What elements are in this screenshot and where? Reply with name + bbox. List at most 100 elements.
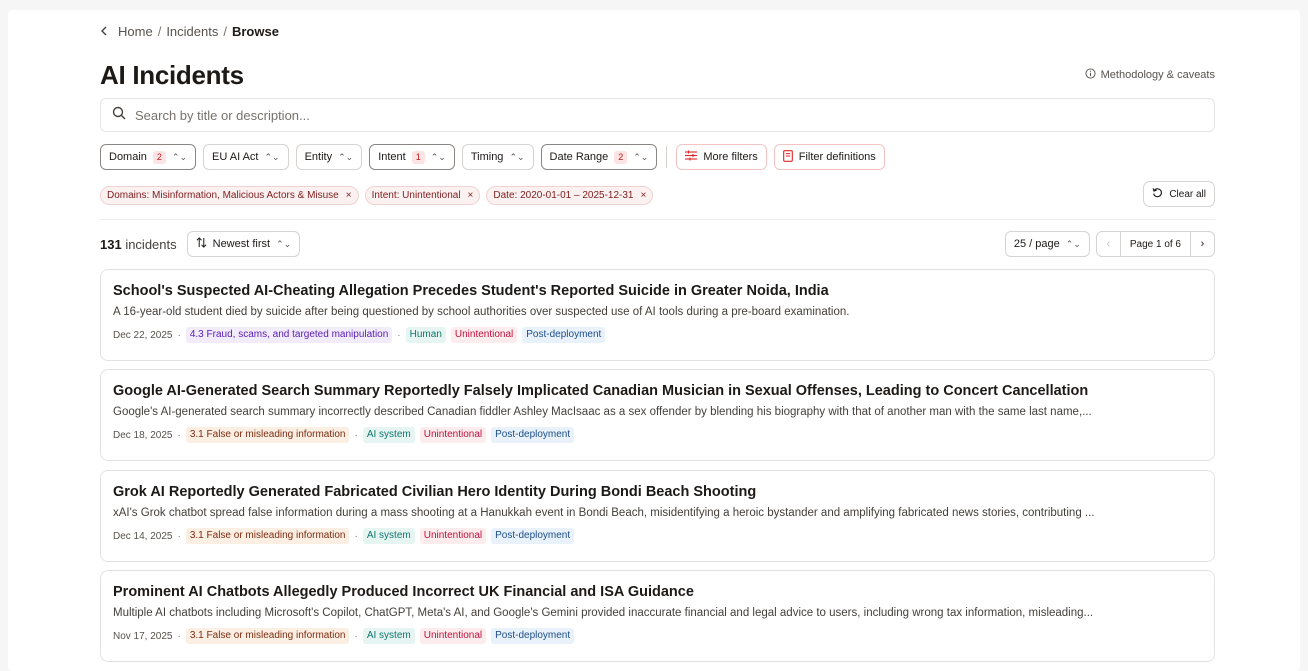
incident-title[interactable]: Google AI-Generated Search Summary Repor… xyxy=(113,383,1202,399)
chevron-updown-icon: ⌃⌄ xyxy=(633,151,649,162)
divider xyxy=(666,146,668,168)
chevron-updown-icon: ⌃⌄ xyxy=(276,238,292,249)
per-page-label: 25 / page xyxy=(1013,238,1060,250)
next-page-button[interactable]: › xyxy=(1191,232,1214,256)
chip-label: Intent: Unintentional xyxy=(371,189,461,201)
breadcrumb-home[interactable]: Home xyxy=(118,24,153,39)
page: Home / Incidents / Browse AI Incidents M… xyxy=(8,10,1300,671)
filter-entity[interactable]: Entity ⌃⌄ xyxy=(295,144,363,170)
prev-page-button[interactable]: ‹ xyxy=(1097,232,1120,256)
incident-meta: Dec 22, 2025 · 4.3 Fraud, scams, and tar… xyxy=(113,327,1202,343)
chip-label: Domains: Misinformation, Malicious Actor… xyxy=(107,189,339,201)
search-input[interactable] xyxy=(135,107,1214,123)
chevron-left-icon[interactable] xyxy=(100,26,114,36)
reset-icon xyxy=(1152,187,1163,201)
filter-eu-ai-act[interactable]: EU AI Act ⌃⌄ xyxy=(203,144,289,170)
chip-date[interactable]: Date: 2020-01-01 – 2025-12-31 × xyxy=(486,185,654,205)
results-count-number: 131 xyxy=(100,236,122,252)
methodology-link[interactable]: Methodology & caveats xyxy=(1085,68,1215,82)
filter-domain[interactable]: Domain 2 ⌃⌄ xyxy=(100,144,197,170)
meta-separator: · xyxy=(177,429,181,441)
filter-label: Entity xyxy=(304,151,333,163)
info-icon xyxy=(1085,68,1096,82)
meta-separator: · xyxy=(354,630,358,642)
meta-separator: · xyxy=(177,530,181,542)
filter-definitions-button[interactable]: Filter definitions xyxy=(773,144,885,170)
incident-meta: Dec 14, 2025 · 3.1 False or misleading i… xyxy=(113,528,1202,544)
filter-count-badge: 2 xyxy=(152,150,166,164)
entity-tag: AI system xyxy=(362,628,415,644)
results-bar: 131 incidents Newest first ⌃⌄ 25 / page … xyxy=(100,231,1215,257)
divider xyxy=(100,219,1215,220)
incident-card[interactable]: Prominent AI Chatbots Allegedly Produced… xyxy=(100,570,1215,662)
more-filters-label: More filters xyxy=(703,151,758,163)
pager: ‹ Page 1 of 6 › xyxy=(1095,231,1215,257)
chevron-updown-icon: ⌃⌄ xyxy=(1065,238,1081,249)
chevron-updown-icon: ⌃⌄ xyxy=(509,151,525,162)
results-count: 131 incidents xyxy=(100,237,177,252)
breadcrumb-current: Browse xyxy=(231,23,279,39)
timing-tag: Post-deployment xyxy=(491,427,575,443)
close-icon[interactable]: × xyxy=(641,190,647,201)
title-row: AI Incidents Methodology & caveats xyxy=(100,58,1215,92)
incident-date: Dec 22, 2025 xyxy=(113,329,173,341)
sort-icon xyxy=(196,237,207,251)
entity-tag: Human xyxy=(405,327,446,343)
incident-date: Dec 14, 2025 xyxy=(113,530,173,542)
filter-intent[interactable]: Intent 1 ⌃⌄ xyxy=(369,144,455,170)
chip-domains[interactable]: Domains: Misinformation, Malicious Actor… xyxy=(100,185,359,205)
category-tag: 4.3 Fraud, scams, and targeted manipulat… xyxy=(185,327,393,343)
filter-definitions-label: Filter definitions xyxy=(798,151,876,163)
incident-card[interactable]: Grok AI Reportedly Generated Fabricated … xyxy=(100,470,1215,562)
category-tag: 3.1 False or misleading information xyxy=(185,528,350,544)
filter-count-badge: 2 xyxy=(614,150,628,164)
breadcrumb: Home / Incidents / Browse xyxy=(100,22,1215,40)
intent-tag: Unintentional xyxy=(419,528,487,544)
sort-select[interactable]: Newest first ⌃⌄ xyxy=(186,231,301,257)
meta-separator: · xyxy=(397,329,401,341)
incident-description: A 16-year-old student died by suicide af… xyxy=(113,306,850,318)
timing-tag: Post-deployment xyxy=(522,327,606,343)
incident-date: Nov 17, 2025 xyxy=(113,630,173,642)
incident-title[interactable]: School's Suspected AI-Cheating Allegatio… xyxy=(113,283,1202,299)
meta-separator: · xyxy=(354,530,358,542)
filter-label: Date Range xyxy=(549,151,609,163)
sort-label: Newest first xyxy=(212,238,271,250)
methodology-label: Methodology & caveats xyxy=(1100,69,1215,81)
clear-all-label: Clear all xyxy=(1169,188,1206,200)
intent-tag: Unintentional xyxy=(419,427,487,443)
incident-description: Google's AI-generated search summary inc… xyxy=(113,406,1092,418)
incident-description: xAI's Grok chatbot spread false informat… xyxy=(113,507,1095,519)
intent-tag: Unintentional xyxy=(419,628,487,644)
page-title: AI Incidents xyxy=(100,59,244,90)
filter-label: Timing xyxy=(470,151,504,163)
filter-label: Intent xyxy=(378,151,406,163)
close-icon[interactable]: × xyxy=(346,190,352,201)
filter-label: Domain xyxy=(109,151,147,163)
book-icon xyxy=(782,149,793,165)
per-page-select[interactable]: 25 / page ⌃⌄ xyxy=(1004,231,1090,257)
active-filter-chips: Domains: Misinformation, Malicious Actor… xyxy=(100,181,1215,207)
chip-intent[interactable]: Intent: Unintentional × xyxy=(364,185,481,205)
incident-card[interactable]: Google AI-Generated Search Summary Repor… xyxy=(100,369,1215,461)
meta-separator: · xyxy=(354,429,358,441)
incident-card[interactable]: School's Suspected AI-Cheating Allegatio… xyxy=(100,269,1215,361)
filter-date-range[interactable]: Date Range 2 ⌃⌄ xyxy=(540,144,658,170)
close-icon[interactable]: × xyxy=(468,190,474,201)
meta-separator: · xyxy=(177,630,181,642)
filter-timing[interactable]: Timing ⌃⌄ xyxy=(461,144,534,170)
incident-title[interactable]: Prominent AI Chatbots Allegedly Produced… xyxy=(113,584,1202,600)
intent-tag: Unintentional xyxy=(450,327,518,343)
incident-description: Multiple AI chatbots including Microsoft… xyxy=(113,607,1094,619)
incident-title[interactable]: Grok AI Reportedly Generated Fabricated … xyxy=(113,484,1202,500)
incident-meta: Nov 17, 2025 · 3.1 False or misleading i… xyxy=(113,628,1202,644)
filter-count-badge: 1 xyxy=(411,150,425,164)
timing-tag: Post-deployment xyxy=(491,628,575,644)
clear-all-button[interactable]: Clear all xyxy=(1143,181,1215,207)
breadcrumb-incidents[interactable]: Incidents xyxy=(166,24,218,39)
filter-bar: Domain 2 ⌃⌄ EU AI Act ⌃⌄ Entity ⌃⌄ Inten… xyxy=(100,144,1215,170)
more-filters-button[interactable]: More filters xyxy=(676,144,767,170)
chevron-updown-icon: ⌃⌄ xyxy=(338,151,354,162)
incident-date: Dec 18, 2025 xyxy=(113,429,173,441)
category-tag: 3.1 False or misleading information xyxy=(185,427,350,443)
